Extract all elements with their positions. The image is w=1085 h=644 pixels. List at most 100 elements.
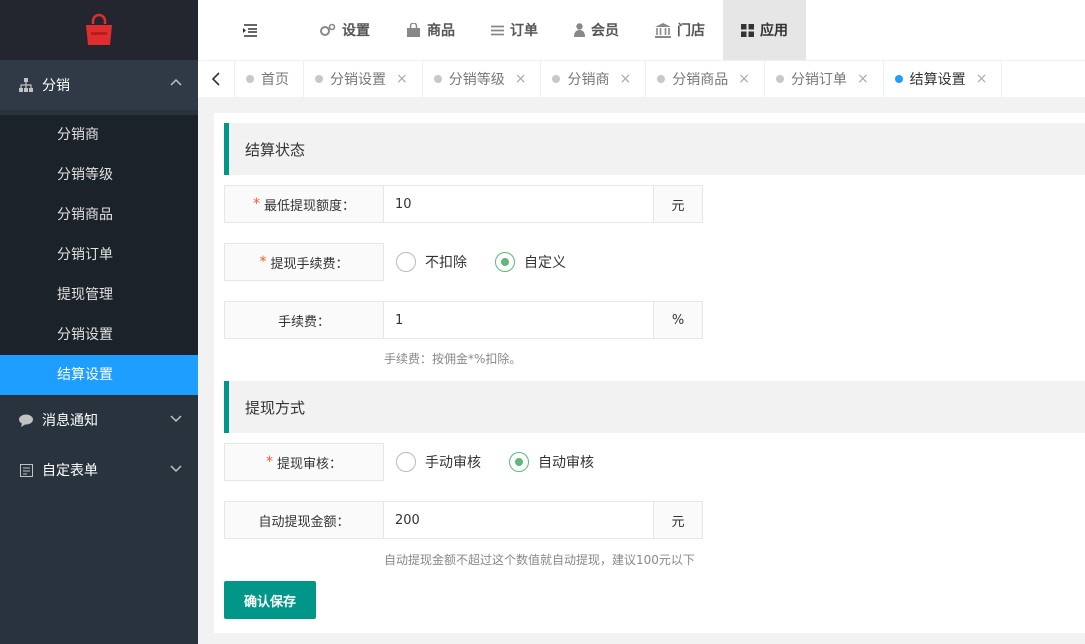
- review-label: * 提现审核：: [224, 443, 384, 481]
- auto-amount-label: 自动提现金额：: [224, 501, 384, 539]
- tab-distribution-products[interactable]: 分销商品 ×: [646, 61, 765, 97]
- radio-label: 自定义: [524, 255, 566, 271]
- min-withdraw-unit: 元: [654, 185, 703, 223]
- auto-amount-hint: 自动提现金额不超过这个数值就自动提现，建议100元以下: [384, 553, 695, 567]
- tab-settlement-settings[interactable]: 结算设置 ×: [884, 61, 1003, 97]
- sidebar-item-levels[interactable]: 分销等级: [0, 155, 198, 195]
- review-row: * 提现审核： 手动审核 自动审核: [224, 443, 622, 481]
- close-icon[interactable]: ×: [396, 71, 408, 87]
- tab-dot: [433, 75, 442, 83]
- close-icon[interactable]: ×: [857, 71, 869, 87]
- sidebar-item-settings[interactable]: 分销设置: [0, 315, 198, 355]
- fee-type-radio-group: 不扣除 自定义: [396, 243, 594, 281]
- top-navigation: 设置 商品 订单 会员 门店 应用: [198, 0, 1085, 60]
- tab-dot: [246, 75, 254, 83]
- form-icon: [18, 462, 34, 478]
- auto-amount-input[interactable]: [384, 501, 654, 539]
- nav-stores[interactable]: 门店: [637, 0, 723, 60]
- sidebar-group-notifications[interactable]: 消息通知: [0, 395, 198, 445]
- logo[interactable]: [0, 0, 198, 60]
- settlement-form-panel: 结算状态 * 最低提现额度： 元 * 提现手续费： 不扣除 自定义 手续费： %: [214, 113, 1085, 633]
- list-icon: [491, 25, 504, 36]
- min-withdraw-input[interactable]: [384, 185, 654, 223]
- sidebar-item-withdrawals[interactable]: 提现管理: [0, 275, 198, 315]
- fee-input[interactable]: [384, 301, 654, 339]
- nav-label: 应用: [760, 23, 788, 39]
- sitemap-icon: [18, 77, 34, 93]
- sidebar-group-label: 自定表单: [42, 463, 98, 479]
- tab-dot: [315, 75, 323, 83]
- min-withdraw-row: * 最低提现额度： 元: [224, 185, 703, 223]
- sidebar-group-label: 分销: [42, 78, 70, 94]
- radio-circle: [396, 252, 416, 272]
- sidebar-item-orders[interactable]: 分销订单: [0, 235, 198, 275]
- close-icon[interactable]: ×: [619, 71, 631, 87]
- fee-type-option-none[interactable]: 不扣除: [396, 252, 467, 272]
- tab-distribution-settings[interactable]: 分销设置 ×: [304, 61, 423, 97]
- close-icon[interactable]: ×: [738, 71, 750, 87]
- shopping-bag-icon: [406, 23, 421, 37]
- required-mark: *: [252, 196, 260, 212]
- gears-icon: [320, 23, 336, 37]
- fee-type-label: * 提现手续费：: [224, 243, 384, 281]
- chevron-down-icon: [170, 412, 182, 428]
- tab-label: 分销订单: [790, 72, 847, 88]
- nav-products[interactable]: 商品: [388, 0, 473, 60]
- tab-bar: 首页 分销设置 × 分销等级 × 分销商 × 分销商品 × 分销订单 × 结算设…: [198, 60, 1085, 97]
- nav-settings[interactable]: 设置: [302, 0, 388, 60]
- tab-dot: [657, 75, 666, 83]
- radio-circle: [396, 452, 416, 472]
- radio-label: 手动审核: [425, 455, 481, 471]
- sidebar-toggle-button[interactable]: [198, 0, 302, 60]
- sidebar-item-products[interactable]: 分销商品: [0, 195, 198, 235]
- required-mark: *: [259, 254, 267, 270]
- nav-apps[interactable]: 应用: [723, 0, 806, 60]
- sidebar-item-distributors[interactable]: 分销商: [0, 115, 198, 155]
- chevron-down-icon: [170, 462, 182, 478]
- fee-row: 手续费： %: [224, 301, 703, 339]
- tab-dot: [894, 75, 903, 83]
- auto-amount-row: 自动提现金额： 元: [224, 501, 703, 539]
- nav-orders[interactable]: 订单: [473, 0, 556, 60]
- auto-amount-unit: 元: [654, 501, 703, 539]
- review-radio-group: 手动审核 自动审核: [396, 443, 622, 481]
- sidebar-submenu-distribution: 分销商 分销等级 分销商品 分销订单 提现管理 分销设置 结算设置: [0, 115, 198, 395]
- radio-circle: [509, 452, 529, 472]
- fee-type-label-text: 提现手续费：: [270, 256, 349, 272]
- tab-dot: [775, 75, 784, 83]
- nav-members[interactable]: 会员: [556, 0, 637, 60]
- sidebar-group-custom-forms[interactable]: 自定表单: [0, 445, 198, 495]
- sidebar-item-settlement[interactable]: 结算设置: [0, 355, 198, 395]
- close-icon[interactable]: ×: [976, 71, 988, 87]
- radio-label: 自动审核: [538, 455, 594, 471]
- tab-label: 首页: [261, 72, 289, 88]
- fee-type-option-custom[interactable]: 自定义: [495, 252, 566, 272]
- min-withdraw-label-text: 最低提现额度：: [263, 198, 355, 214]
- radio-circle: [495, 252, 515, 272]
- tab-distribution-levels[interactable]: 分销等级 ×: [423, 61, 542, 97]
- required-mark: *: [265, 454, 273, 470]
- fee-hint: 手续费：按佣金*%扣除。: [384, 352, 522, 366]
- tab-label: 分销商品: [672, 72, 729, 88]
- chat-bubble-icon: [18, 412, 34, 428]
- review-option-manual[interactable]: 手动审核: [396, 452, 481, 472]
- review-label-text: 提现审核：: [276, 456, 342, 472]
- chevron-up-icon: [170, 77, 182, 93]
- radio-label: 不扣除: [425, 255, 467, 271]
- fee-type-row: * 提现手续费： 不扣除 自定义: [224, 243, 594, 281]
- section-title-settlement-status: 结算状态: [224, 123, 1085, 175]
- tab-scroll-left-button[interactable]: [198, 61, 235, 97]
- tab-home[interactable]: 首页: [235, 61, 304, 97]
- sidebar-group-distribution[interactable]: 分销: [0, 60, 198, 110]
- indent-icon: [243, 23, 257, 37]
- chevron-left-icon: [211, 72, 220, 86]
- review-option-auto[interactable]: 自动审核: [509, 452, 594, 472]
- sidebar-group-label: 消息通知: [42, 413, 98, 429]
- save-button[interactable]: 确认保存: [224, 581, 316, 619]
- tab-distributors[interactable]: 分销商 ×: [541, 61, 647, 97]
- close-icon[interactable]: ×: [515, 71, 527, 87]
- shopping-bag-icon: [86, 13, 112, 45]
- tab-distribution-orders[interactable]: 分销订单 ×: [765, 61, 884, 97]
- sidebar: 分销 分销商 分销等级 分销商品 分销订单 提现管理 分销设置 结算设置 消息通…: [0, 0, 198, 644]
- fee-unit: %: [654, 301, 703, 339]
